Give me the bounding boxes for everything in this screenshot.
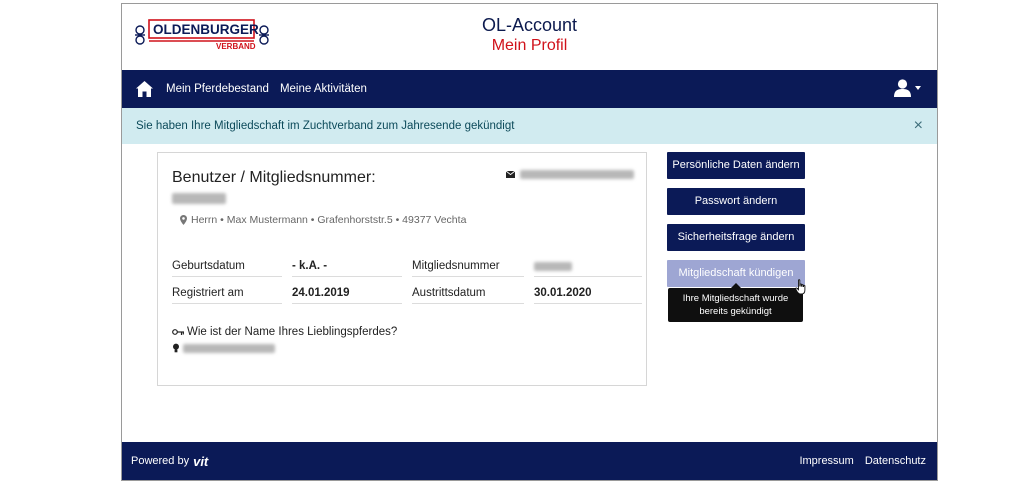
key-icon [172, 329, 184, 335]
address-text: Herrn • Max Mustermann • Grafenhorststr.… [191, 214, 467, 226]
chevron-down-icon [915, 86, 921, 90]
powered-by-text: Powered by [131, 455, 190, 467]
info-row: Geburtsdatum - k.A. - Mitgliedsnummer [172, 253, 642, 280]
page-title: OL-Account [481, 15, 578, 35]
lightbulb-icon [173, 343, 179, 353]
datenschutz-link[interactable]: Datenschutz [865, 455, 926, 467]
exit-date-value: 30.01.2020 [534, 283, 642, 304]
alert-text: Sie haben Ihre Mitgliedschaft im Zuchtve… [136, 120, 515, 132]
birthdate-label: Geburtsdatum [172, 256, 282, 277]
envelope-icon [506, 171, 515, 178]
email-row [506, 170, 634, 179]
footer-links: Impressum Datenschutz [788, 455, 926, 467]
security-answer-blurred [183, 343, 275, 353]
powered-by: Powered by vit [131, 454, 208, 469]
change-security-question-button[interactable]: Sicherheitsfrage ändern [667, 224, 805, 251]
user-icon [894, 79, 911, 97]
info-row: Registriert am 24.01.2019 Austrittsdatum… [172, 280, 642, 307]
page-footer: Powered by vit Impressum Datenschutz [122, 442, 937, 480]
member-number-label: Mitgliedsnummer [412, 256, 524, 277]
page-frame: OLDENBURGER VERBAND OL-Account Mein Prof… [121, 3, 938, 481]
profile-card: Benutzer / Mitgliedsnummer: Herrn • Max … [157, 152, 647, 386]
profile-info-table: Geburtsdatum - k.A. - Mitgliedsnummer Re… [172, 253, 642, 307]
change-password-button[interactable]: Passwort ändern [667, 188, 805, 215]
registered-label: Registriert am [172, 283, 282, 304]
home-icon[interactable] [136, 80, 154, 98]
edit-personal-data-button[interactable]: Persönliche Daten ändern [667, 152, 805, 179]
page-subtitle: Mein Profil [491, 37, 568, 54]
security-answer [172, 343, 275, 353]
profile-card-title: Benutzer / Mitgliedsnummer: [172, 169, 376, 186]
impressum-link[interactable]: Impressum [799, 455, 853, 467]
hand-cursor-icon [795, 279, 806, 295]
main-navbar: Mein Pferdebestand Meine Aktivitäten [122, 70, 937, 108]
membership-alert: Sie haben Ihre Mitgliedschaft im Zuchtve… [122, 108, 937, 144]
registered-value: 24.01.2019 [292, 283, 402, 304]
member-number-value [534, 256, 642, 277]
address-line: Herrn • Max Mustermann • Grafenhorststr.… [180, 214, 466, 226]
close-icon[interactable]: × [914, 117, 923, 135]
member-number-value-blurred [534, 261, 572, 271]
security-question: Wie ist der Name Ihres Lieblingspferdes? [172, 326, 397, 338]
page-title-block: OL-Account Mein Profil [122, 14, 937, 56]
map-marker-icon [180, 215, 187, 225]
nav-item-pferdebestand[interactable]: Mein Pferdebestand [166, 83, 269, 95]
security-question-text: Wie ist der Name Ihres Lieblingspferdes? [187, 326, 398, 338]
vit-logo[interactable]: vit [193, 454, 208, 469]
member-number-blurred [172, 193, 226, 204]
birthdate-value: - k.A. - [292, 256, 402, 277]
user-menu-toggle[interactable] [894, 79, 921, 97]
exit-date-label: Austrittsdatum [412, 283, 524, 304]
cancel-membership-tooltip: Ihre Mitgliedschaft wurde bereits gekünd… [668, 288, 803, 322]
nav-item-aktivitaeten[interactable]: Meine Aktivitäten [280, 83, 367, 95]
email-blurred [520, 170, 634, 179]
